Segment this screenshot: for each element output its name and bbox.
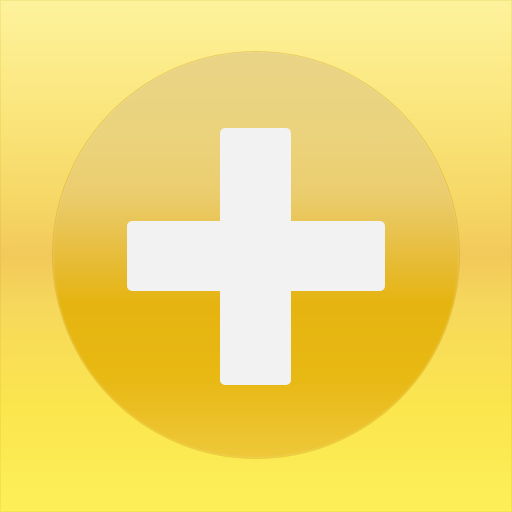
app-icon-tile bbox=[0, 0, 512, 512]
add-button[interactable] bbox=[53, 52, 459, 458]
